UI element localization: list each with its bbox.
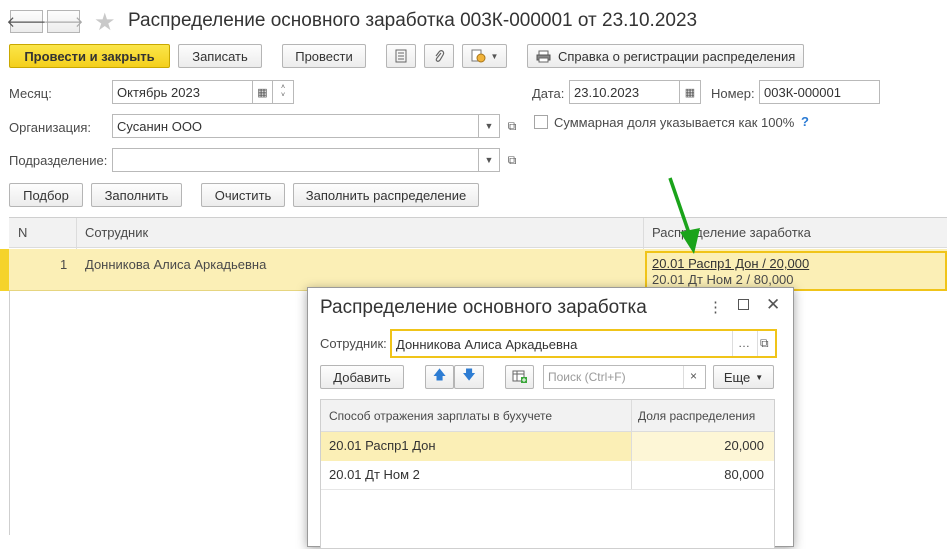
- field-divider: [732, 331, 733, 356]
- date-label: Дата:: [532, 86, 565, 101]
- printer-icon: [536, 50, 551, 62]
- attach-button[interactable]: [424, 44, 454, 68]
- field-divider: [683, 366, 684, 388]
- arrow-right-icon: 🡒: [43, 14, 84, 31]
- more-label: Еще: [723, 369, 751, 385]
- date-field[interactable]: 23.10.2023: [569, 80, 680, 104]
- dialog-table: Способ отражения зарплаты в бухучете Дол…: [320, 399, 775, 549]
- ellipsis-icon[interactable]: …: [738, 336, 750, 350]
- row-share: 80,000: [724, 467, 764, 482]
- open-icon: ⧉: [507, 118, 517, 133]
- dialog-employee-label: Сотрудник:: [320, 336, 387, 351]
- move-up-button[interactable]: 🡅: [425, 365, 454, 389]
- department-dropdown-button[interactable]: ▼: [479, 148, 500, 172]
- dialog-search-field[interactable]: Поиск (Ctrl+F) ×: [543, 365, 706, 389]
- department-label: Подразделение:: [9, 153, 108, 168]
- field-divider: [757, 331, 758, 356]
- search-placeholder: Поиск (Ctrl+F): [548, 370, 626, 384]
- organization-dropdown-button[interactable]: ▼: [479, 114, 500, 138]
- chevron-down-icon: ▼: [755, 372, 764, 382]
- arrow-up-icon: 🡅: [432, 367, 447, 382]
- column-header-share[interactable]: Доля распределения: [638, 409, 755, 423]
- column-header-n[interactable]: N: [18, 225, 27, 240]
- star-icon[interactable]: ★: [94, 8, 116, 37]
- create-based-on-button[interactable]: ▼: [462, 44, 507, 68]
- table-left-border: [9, 291, 10, 535]
- page-title: Распределение основного заработка 003К-0…: [128, 10, 698, 31]
- document-list-icon: [395, 49, 407, 63]
- calendar-button[interactable]: ▦: [253, 80, 273, 104]
- column-header-employee[interactable]: Сотрудник: [85, 225, 148, 240]
- number-label: Номер:: [711, 86, 755, 101]
- open-icon: ⧉: [507, 152, 517, 167]
- open-organization-button[interactable]: ⧉: [503, 116, 521, 136]
- arrow-left-icon: 🡐: [6, 14, 47, 31]
- date-calendar-button[interactable]: ▦: [680, 80, 701, 104]
- create-based-on-icon: [471, 49, 486, 63]
- dialog-more-button[interactable]: Еще ▼: [713, 365, 774, 389]
- dialog-add-button[interactable]: Добавить: [320, 365, 404, 389]
- post-button[interactable]: Провести: [282, 44, 366, 68]
- chevron-down-icon: ▼: [484, 155, 494, 165]
- add-column-button[interactable]: [505, 365, 534, 389]
- distribution-line-1[interactable]: 20.01 Распр1 Дон / 20,000: [652, 256, 809, 271]
- calendar-icon: ▦: [257, 86, 268, 99]
- calendar-icon: ▦: [684, 86, 696, 99]
- month-stepper[interactable]: ˄ ˅: [273, 80, 294, 104]
- total-share-label: Суммарная доля указывается как 100%: [554, 115, 795, 130]
- table-add-icon: [512, 370, 527, 383]
- stepper-down-icon: ˅: [280, 92, 286, 99]
- stepper-up-icon: ˄: [280, 84, 286, 91]
- dialog-employee-field[interactable]: Донникова Алиса Аркадьевна … ⧉: [390, 329, 777, 358]
- department-field[interactable]: [112, 148, 479, 172]
- row-method: 20.01 Дт Ном 2: [329, 467, 420, 482]
- clear-button[interactable]: Очистить: [201, 183, 285, 207]
- distribution-line-2[interactable]: 20.01 Дт Ном 2 / 80,000: [652, 272, 794, 287]
- post-and-close-button[interactable]: Провести и закрыть: [9, 44, 170, 68]
- row-share: 20,000: [724, 438, 764, 453]
- maximize-icon[interactable]: [738, 299, 749, 310]
- row-marker: [0, 249, 9, 291]
- write-button[interactable]: Записать: [178, 44, 262, 68]
- dialog-employee-value: Донникова Алиса Аркадьевна: [396, 337, 578, 352]
- row-number: 1: [60, 257, 68, 272]
- fill-distribution-button[interactable]: Заполнить распределение: [293, 183, 479, 207]
- number-field[interactable]: 003К-000001: [759, 80, 880, 104]
- organization-label: Организация:: [9, 120, 92, 135]
- close-icon[interactable]: ✕: [766, 295, 780, 315]
- chevron-down-icon: ▼: [484, 121, 494, 131]
- total-share-checkbox[interactable]: [534, 115, 548, 129]
- paperclip-icon: [435, 49, 445, 62]
- move-down-button[interactable]: 🡇: [454, 365, 484, 389]
- dialog-title: Распределение основного заработка: [320, 297, 647, 318]
- open-department-button[interactable]: ⧉: [503, 150, 521, 170]
- fill-button[interactable]: Заполнить: [91, 183, 182, 207]
- green-arrow-icon: [668, 177, 700, 254]
- document-list-button[interactable]: [386, 44, 416, 68]
- organization-field[interactable]: Сусанин ООО: [112, 114, 479, 138]
- more-options-icon[interactable]: ⋮: [708, 298, 723, 316]
- forward-button[interactable]: 🡒: [43, 10, 84, 33]
- arrow-down-icon: 🡇: [462, 367, 476, 382]
- clear-search-icon[interactable]: ×: [690, 369, 697, 383]
- chevron-down-icon: ▼: [490, 51, 499, 61]
- row-employee: Донникова Алиса Аркадьевна: [85, 257, 267, 272]
- select-button[interactable]: Подбор: [9, 183, 83, 207]
- row-method: 20.01 Распр1 Дон: [329, 438, 436, 453]
- print-registration-button[interactable]: Справка о регистрации распределения: [527, 44, 804, 68]
- column-header-method[interactable]: Способ отражения зарплаты в бухучете: [329, 409, 552, 423]
- back-button[interactable]: 🡐: [6, 10, 47, 33]
- open-icon[interactable]: ⧉: [760, 336, 769, 351]
- print-registration-label: Справка о регистрации распределения: [558, 48, 796, 64]
- distribution-dialog: Распределение основного заработка ⋮ ✕ Со…: [307, 287, 794, 549]
- help-icon[interactable]: ?: [801, 114, 809, 129]
- month-label: Месяц:: [9, 86, 52, 101]
- month-field[interactable]: Октябрь 2023: [112, 80, 253, 104]
